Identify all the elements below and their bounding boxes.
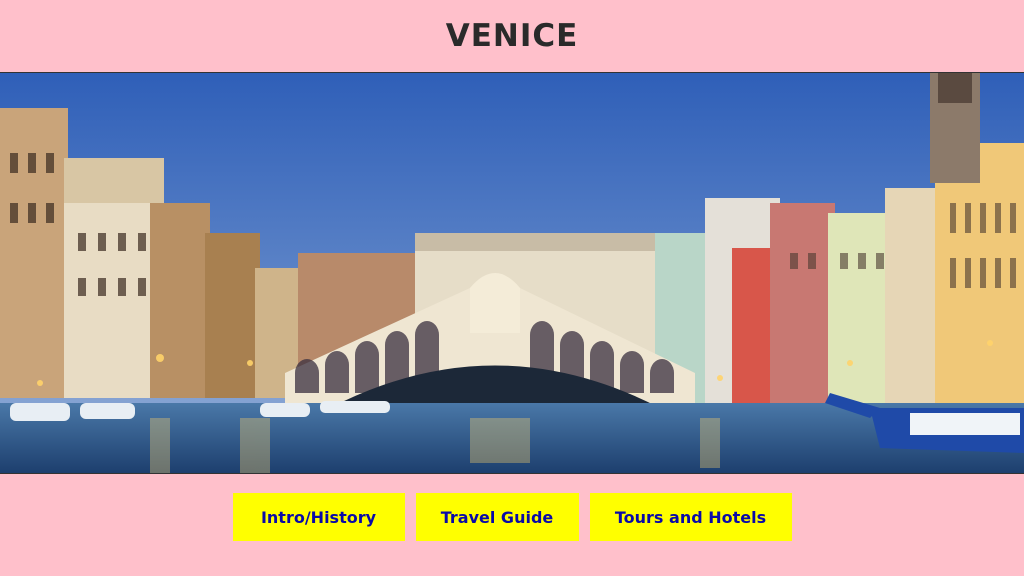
page-title: VENICE [445, 18, 579, 54]
page-header: VENICE [0, 0, 1024, 72]
venice-photo [0, 73, 1024, 473]
hero-image [0, 72, 1024, 474]
main-nav: Intro/History Travel Guide Tours and Hot… [0, 474, 1024, 574]
intro-history-button[interactable]: Intro/History [232, 493, 405, 541]
tours-and-hotels-button[interactable]: Tours and Hotels [589, 493, 792, 541]
travel-guide-button[interactable]: Travel Guide [415, 493, 579, 541]
